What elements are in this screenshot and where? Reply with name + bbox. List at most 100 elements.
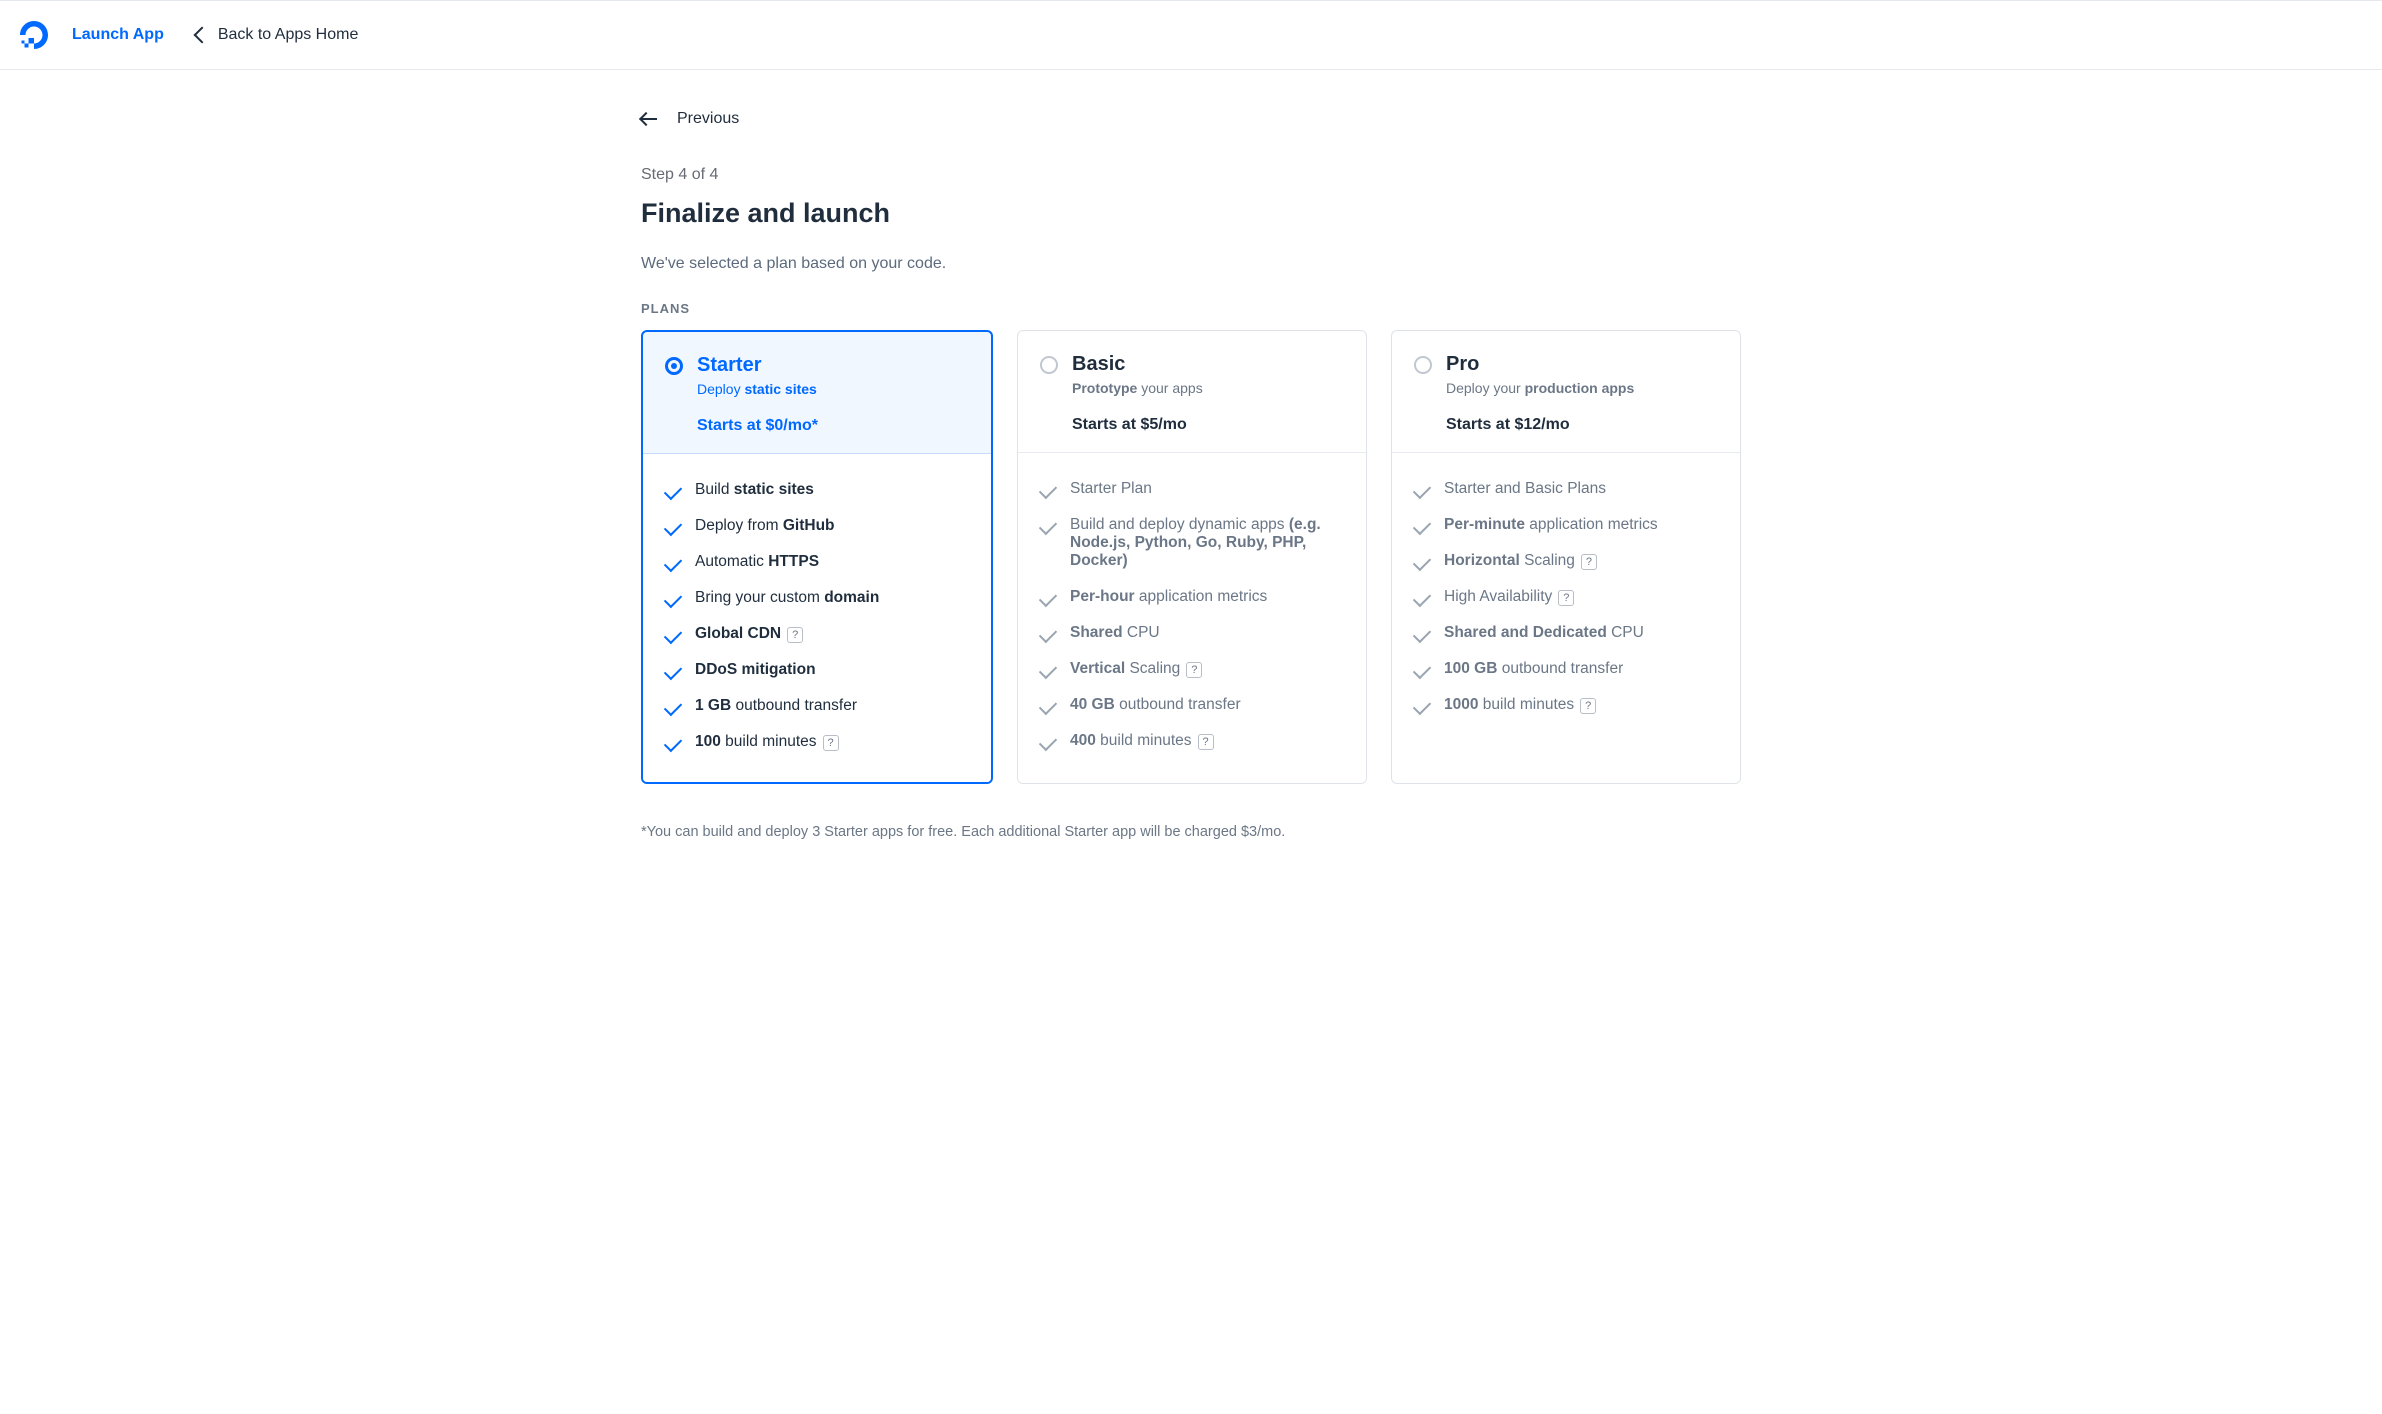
check-icon [664,698,682,716]
plan-feature-text: Automatic HTTPS [695,553,819,571]
previous-link[interactable]: Previous [641,110,739,128]
plan-head: Pro Deploy your production apps Starts at … [1392,331,1740,453]
page-subtitle: We've selected a plan based on your code… [641,255,1741,273]
plan-feature: Global CDN? [665,616,969,652]
help-icon[interactable]: ? [823,735,839,751]
plan-feature-text: 40 GB outbound transfer [1070,696,1241,714]
check-icon [664,662,682,680]
plan-feature: Build and deploy dynamic apps (e.g. Node… [1040,507,1344,579]
plan-title: Basic [1072,353,1203,376]
check-icon [664,554,682,572]
plan-feature-text: Starter and Basic Plans [1444,480,1606,498]
chevron-left-icon [193,27,210,44]
plan-feature: Bring your custom domain [665,580,969,616]
check-icon [664,482,682,500]
plan-feature-text: Horizontal Scaling? [1444,552,1597,570]
plan-card-basic[interactable]: Basic Prototype your apps Starts at $5/mo S… [1017,330,1367,784]
plan-feature: Automatic HTTPS [665,544,969,580]
plan-feature-text: Build static sites [695,481,814,499]
check-icon [664,626,682,644]
plan-feature: High Availability? [1414,579,1718,615]
plan-price: Starts at $12/mo [1446,416,1634,434]
plan-feature: 40 GB outbound transfer [1040,687,1344,723]
plan-feature-text: 100 build minutes? [695,733,839,751]
plan-feature-text: High Availability? [1444,588,1574,606]
check-icon [1039,625,1057,643]
help-icon[interactable]: ? [1558,590,1574,606]
check-icon [1413,553,1431,571]
plan-feature-text: Bring your custom domain [695,589,879,607]
plan-radio-basic[interactable] [1040,356,1058,374]
check-icon [664,590,682,608]
plan-feature: Deploy from GitHub [665,508,969,544]
help-icon[interactable]: ? [1186,662,1202,678]
plans-footnote: *You can build and deploy 3 Starter apps… [641,824,1741,840]
topbar: Launch App Back to Apps Home [0,0,2382,70]
check-icon [1413,517,1431,535]
plan-feature-text: Per-minute application metrics [1444,516,1658,534]
plan-feature: Shared CPU [1040,615,1344,651]
plan-feature-text: 1000 build minutes? [1444,696,1596,714]
plan-card-starter[interactable]: Starter Deploy static sites Starts at $0/m… [641,330,993,784]
plan-feature-text: Vertical Scaling? [1070,660,1202,678]
plan-title: Starter [697,354,818,377]
plan-feature-text: Shared CPU [1070,624,1160,642]
plan-feature: Horizontal Scaling? [1414,543,1718,579]
plan-desc: Prototype your apps [1072,380,1203,396]
check-icon [1413,481,1431,499]
digitalocean-logo-icon [18,19,50,51]
page-title: Finalize and launch [641,198,1741,229]
plan-head: Basic Prototype your apps Starts at $5/mo [1018,331,1366,453]
plan-radio-starter[interactable] [665,357,683,375]
plan-card-pro[interactable]: Pro Deploy your production apps Starts at … [1391,330,1741,784]
check-icon [1039,661,1057,679]
plan-feature: Per-hour application metrics [1040,579,1344,615]
help-icon[interactable]: ? [787,627,803,643]
plan-feature: 100 GB outbound transfer [1414,651,1718,687]
plan-feature-text: DDoS mitigation [695,661,816,679]
plan-feature-text: 100 GB outbound transfer [1444,660,1623,678]
check-icon [1413,661,1431,679]
help-icon[interactable]: ? [1581,554,1597,570]
plan-body: Starter and Basic Plans Per-minute applic… [1392,453,1740,745]
check-icon [664,734,682,752]
check-icon [1413,625,1431,643]
plans-row: Starter Deploy static sites Starts at $0/m… [641,330,1741,784]
plans-section-label: PLANS [641,301,1741,316]
plan-feature: Vertical Scaling? [1040,651,1344,687]
plan-head: Starter Deploy static sites Starts at $0/m… [643,332,991,454]
step-label: Step 4 of 4 [641,166,1741,184]
check-icon [1039,517,1057,535]
back-link-label: Back to Apps Home [218,26,359,44]
plan-feature-text: Build and deploy dynamic apps (e.g. Node… [1070,516,1344,570]
plan-feature: Build static sites [665,472,969,508]
launch-app-label: Launch App [72,26,164,44]
help-icon[interactable]: ? [1580,698,1596,714]
back-to-apps-home-link[interactable]: Back to Apps Home [196,26,359,44]
check-icon [1039,733,1057,751]
plan-feature: DDoS mitigation [665,652,969,688]
plan-feature-text: 400 build minutes? [1070,732,1214,750]
plan-feature-text: Global CDN? [695,625,803,643]
plan-feature-text: Deploy from GitHub [695,517,835,535]
plan-radio-pro[interactable] [1414,356,1432,374]
check-icon [1039,481,1057,499]
plan-price: Starts at $5/mo [1072,416,1203,434]
plan-feature-text: Per-hour application metrics [1070,588,1267,606]
plan-feature: Shared and Dedicated CPU [1414,615,1718,651]
plan-title: Pro [1446,353,1634,376]
plan-feature: Per-minute application metrics [1414,507,1718,543]
plan-desc: Deploy static sites [697,381,818,397]
check-icon [1413,697,1431,715]
plan-desc: Deploy your production apps [1446,380,1634,396]
plan-body: Build static sites Deploy from GitHub Auto… [643,454,991,782]
plan-feature: Starter and Basic Plans [1414,471,1718,507]
help-icon[interactable]: ? [1198,734,1214,750]
check-icon [1413,589,1431,607]
plan-feature: 400 build minutes? [1040,723,1344,759]
plan-feature-text: Starter Plan [1070,480,1152,498]
check-icon [1039,589,1057,607]
plan-feature-text: 1 GB outbound transfer [695,697,857,715]
check-icon [664,518,682,536]
plan-price: Starts at $0/mo* [697,417,818,435]
